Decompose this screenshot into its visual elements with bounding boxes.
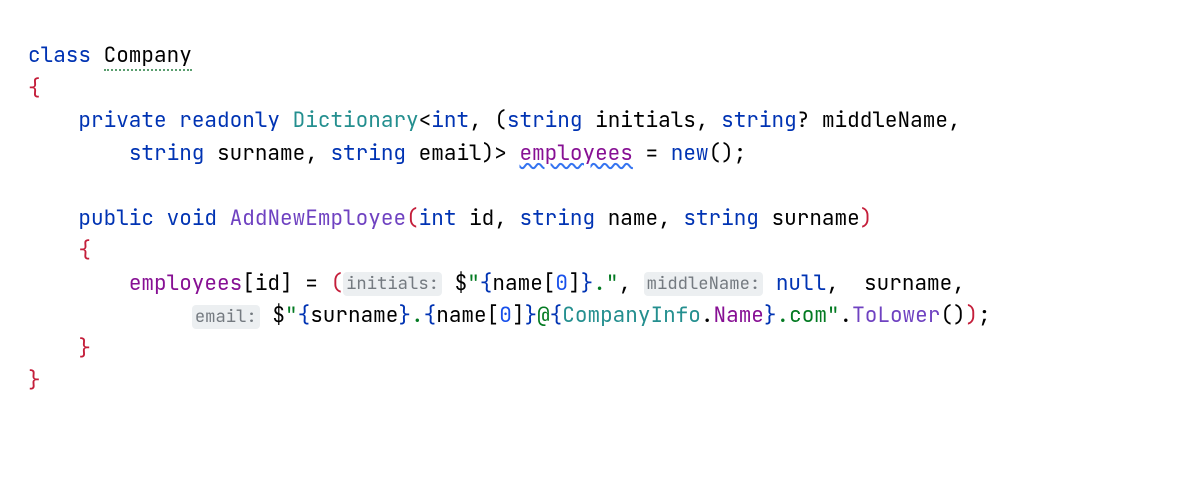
method-tolower: ToLower — [852, 302, 940, 329]
class-name: Company — [104, 42, 192, 71]
bracket-open: [ — [543, 270, 556, 297]
paren-open: ( — [406, 205, 419, 232]
comma: , — [494, 205, 519, 232]
kw-readonly: readonly — [179, 107, 280, 134]
quote-open: " — [467, 270, 480, 297]
type-string: string — [507, 107, 583, 134]
param-surname: surname — [772, 205, 860, 232]
bracket-close: ] — [568, 270, 581, 297]
interp-brace-close: } — [524, 302, 537, 329]
dot: . — [701, 302, 714, 329]
semicolon: ; — [734, 140, 747, 167]
tuple-open: ( — [494, 107, 507, 134]
brace-close: } — [28, 367, 41, 394]
quote-close: " — [606, 270, 619, 297]
call-parens: () — [940, 302, 965, 329]
comma: , — [696, 107, 721, 134]
index-id: id — [255, 270, 280, 297]
tuple-close: ) — [966, 302, 979, 329]
tuple-email: email — [419, 140, 482, 167]
interp-brace-open: { — [480, 270, 493, 297]
interp-brace-close: } — [764, 302, 777, 329]
type-string: string — [721, 107, 797, 134]
comma: , — [469, 107, 494, 134]
comma: , — [618, 270, 643, 297]
param-name: name — [608, 205, 658, 232]
interp-brace-open: { — [298, 302, 311, 329]
string-dot: . — [593, 270, 606, 297]
field-employees-use: employees — [129, 270, 242, 297]
hint-initials: initials: — [343, 272, 442, 296]
kw-class: class — [28, 42, 91, 69]
field-employees: employees — [519, 140, 632, 167]
string-at: @ — [537, 302, 550, 329]
kw-void: void — [167, 205, 217, 232]
tuple-middlename: middleName — [822, 107, 948, 134]
brace-open: { — [28, 75, 41, 102]
tuple-surname: surname — [217, 140, 305, 167]
interp-brace-open: { — [424, 302, 437, 329]
method-name: AddNewEmployee — [230, 205, 406, 232]
comma: , — [305, 140, 330, 167]
new-parens: () — [709, 140, 734, 167]
nullable: ? — [797, 107, 810, 134]
paren-close: ) — [860, 205, 873, 232]
interp-brace-close: } — [581, 270, 594, 297]
string-dot: . — [411, 302, 424, 329]
prop-name: Name — [714, 302, 764, 329]
type-string: string — [330, 140, 406, 167]
tuple-open: ( — [330, 270, 343, 297]
code-block: class Company { private readonly Diction… — [0, 0, 1200, 438]
type-int: int — [419, 205, 457, 232]
num-zero: 0 — [499, 302, 512, 329]
type-string: string — [519, 205, 595, 232]
interp-name: name — [436, 302, 486, 329]
param-id: id — [469, 205, 494, 232]
brace-open: { — [78, 237, 91, 264]
bracket-open: [ — [242, 270, 255, 297]
bracket-close: ] — [280, 270, 293, 297]
hint-middlename: middleName: — [644, 272, 764, 296]
angle-open: < — [419, 107, 432, 134]
string-dotcom: .com — [777, 302, 827, 329]
quote-open: " — [285, 302, 298, 329]
brace-close: } — [78, 335, 91, 362]
type-string: string — [129, 140, 205, 167]
interp-brace-close: } — [398, 302, 411, 329]
interp-brace-open: { — [550, 302, 563, 329]
type-int: int — [431, 107, 469, 134]
bracket-open: [ — [487, 302, 500, 329]
semicolon: ; — [978, 302, 991, 329]
tuple-initials: initials — [595, 107, 696, 134]
bracket-close: ] — [512, 302, 525, 329]
type-string: string — [683, 205, 759, 232]
tuple-close: ) — [482, 140, 495, 167]
arg-surname: surname — [864, 270, 952, 297]
type-dictionary: Dictionary — [293, 107, 419, 134]
comma: , — [658, 205, 683, 232]
interp-dollar: $ — [455, 270, 468, 297]
dot: . — [840, 302, 853, 329]
kw-private: private — [78, 107, 166, 134]
hint-email: email: — [192, 305, 260, 329]
assign: = — [293, 270, 331, 297]
companyinfo: CompanyInfo — [562, 302, 701, 329]
assign: = — [646, 140, 659, 167]
quote-close: " — [827, 302, 840, 329]
interp-dollar: $ — [272, 302, 285, 329]
interp-name: name — [492, 270, 542, 297]
comma: , — [952, 270, 965, 297]
angle-close: > — [494, 140, 507, 167]
interp-surname: surname — [310, 302, 398, 329]
kw-null: null — [776, 270, 826, 297]
num-zero: 0 — [555, 270, 568, 297]
kw-public: public — [78, 205, 154, 232]
comma: , — [826, 270, 864, 297]
kw-new: new — [671, 140, 709, 167]
comma: , — [948, 107, 961, 134]
